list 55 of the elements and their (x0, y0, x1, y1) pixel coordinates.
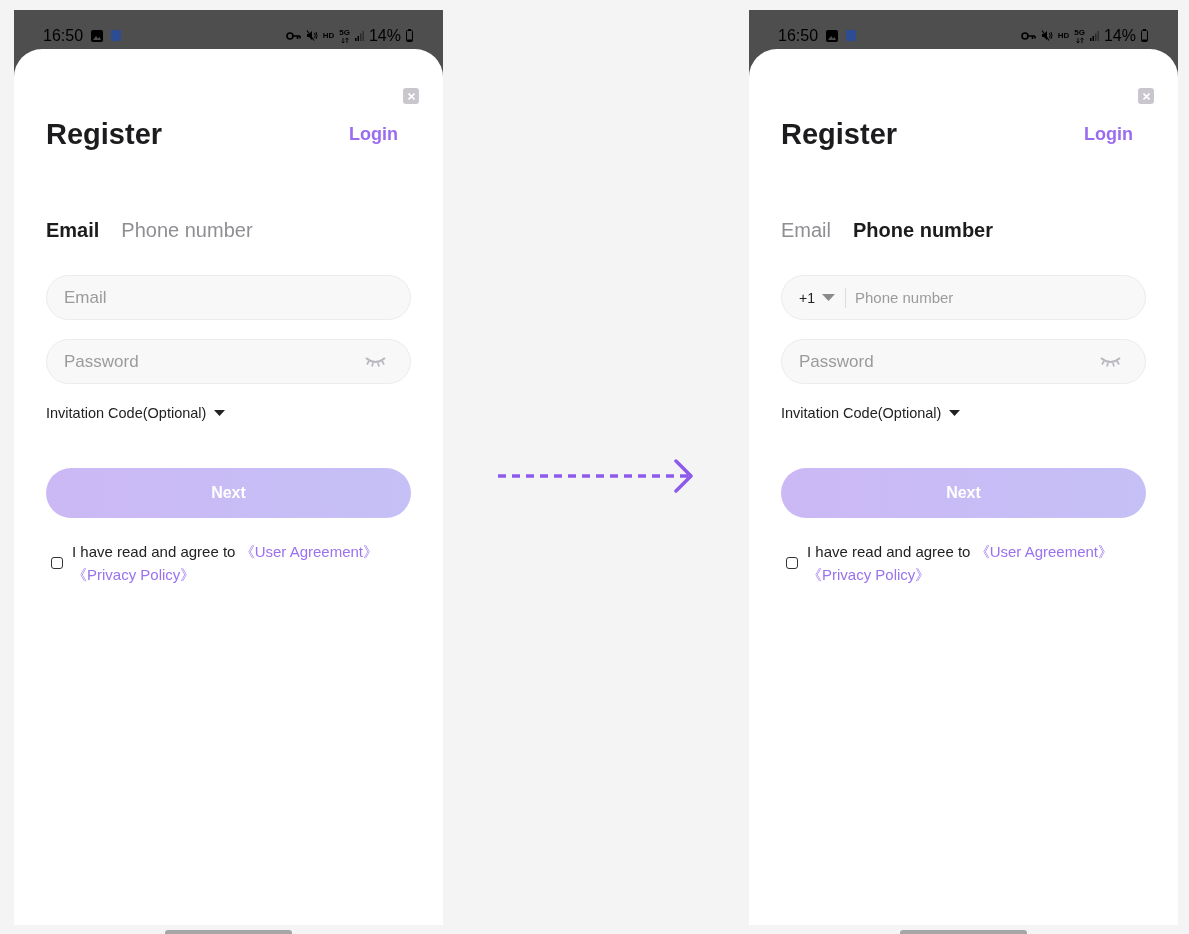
password-field[interactable]: Password (46, 339, 411, 384)
login-link[interactable]: Login (1084, 123, 1133, 145)
login-link[interactable]: Login (349, 123, 398, 145)
battery-icon (406, 29, 413, 42)
tab[interactable]: Email (781, 216, 831, 244)
email-field[interactable]: Email (46, 275, 411, 320)
battery-percentage: 14% (1103, 26, 1136, 45)
battery-icon (1141, 29, 1148, 42)
eye-closed-icon[interactable] (365, 356, 386, 367)
signal-icon (1089, 30, 1099, 41)
privacy-policy-link[interactable]: 《Privacy Policy》 (72, 566, 196, 583)
agreement-checkbox[interactable] (51, 557, 63, 569)
agreement-checkbox[interactable] (786, 557, 798, 569)
status-time: 16:50 (778, 26, 819, 45)
mute-icon (1040, 30, 1053, 41)
status-time: 16:50 (43, 26, 84, 45)
battery-percentage: 14% (368, 26, 401, 45)
mute-icon (305, 30, 318, 41)
data-arrows-icon (1075, 37, 1084, 43)
phone-number-input[interactable]: Phone number (854, 289, 1125, 306)
signal-icon (354, 30, 364, 41)
image-icon (826, 29, 839, 42)
close-button[interactable] (403, 88, 419, 104)
key-icon (285, 31, 301, 40)
agreement-text: I have read and agree to 《User Agreement》 《Privacy Policy》 (72, 542, 380, 585)
privacy-policy-link[interactable]: 《Privacy Policy》 (807, 566, 931, 583)
network-label: 5G (339, 28, 350, 37)
caret-icon (821, 294, 835, 301)
country-code-selector[interactable]: +1 (799, 289, 835, 306)
tab[interactable]: Email (46, 216, 100, 244)
close-button[interactable] (1138, 88, 1154, 104)
caret-icon (214, 410, 226, 416)
close-icon (407, 92, 415, 100)
page-title: Register (781, 118, 898, 150)
network-label: 5G (1074, 28, 1085, 37)
tab[interactable]: Phone number (853, 216, 994, 244)
invitation-code-toggle[interactable]: Invitation Code(Optional) (46, 403, 226, 423)
tab[interactable]: Phone number (121, 216, 253, 244)
caret-icon (949, 410, 961, 416)
invitation-code-toggle[interactable]: Invitation Code(Optional) (781, 403, 961, 423)
user-agreement-link[interactable]: 《User Agreement》 (974, 543, 1114, 560)
square-icon (846, 30, 857, 41)
phone-number-field[interactable]: +1 Phone number (781, 275, 1146, 320)
password-field[interactable]: Password (781, 339, 1146, 384)
key-icon (1020, 31, 1036, 40)
data-arrows-icon (340, 37, 349, 43)
hd-label: HD (322, 31, 335, 40)
agreement-text: I have read and agree to 《User Agreement》 《Privacy Policy》 (807, 542, 1115, 585)
hd-label: HD (1057, 31, 1070, 40)
page-title: Register (46, 118, 163, 150)
image-icon (91, 29, 104, 42)
close-icon (1142, 92, 1150, 100)
eye-closed-icon[interactable] (1100, 356, 1121, 367)
user-agreement-link[interactable]: 《User Agreement》 (239, 543, 379, 560)
square-icon (111, 30, 122, 41)
